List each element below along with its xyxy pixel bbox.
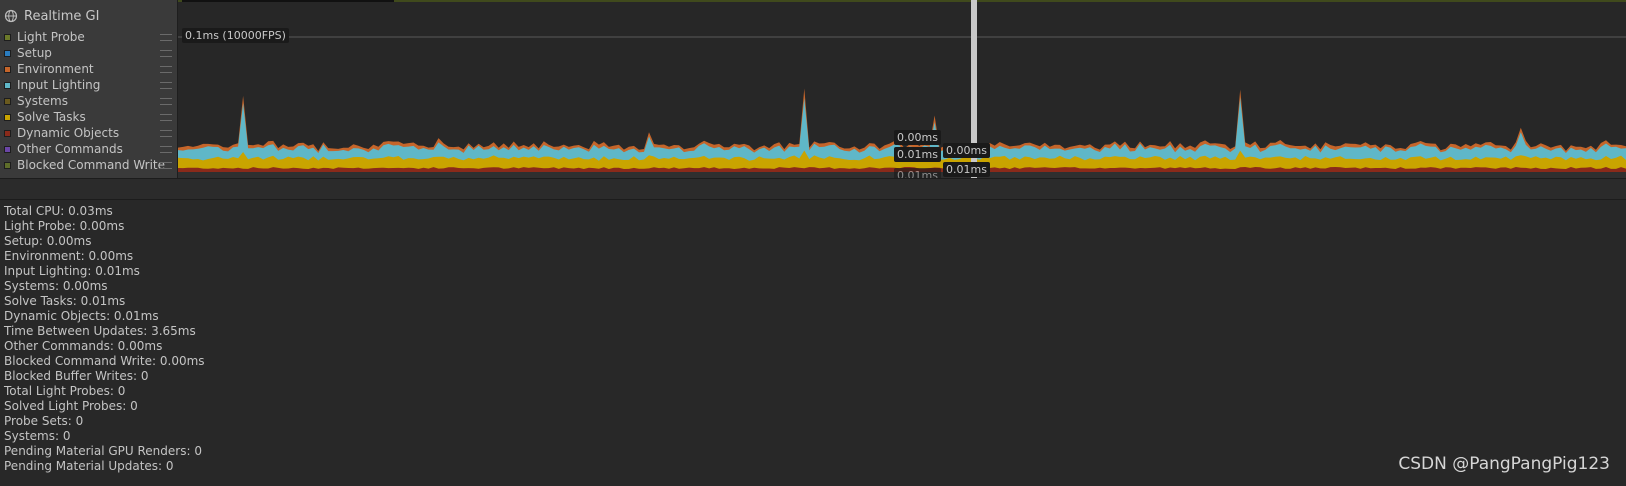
stat-line: Probe Sets: 0 [4,414,84,428]
details-toolbar [0,178,1626,200]
legend-item[interactable]: Systems [0,93,178,109]
stat-line: Blocked Buffer Writes: 0 [4,369,149,383]
drag-handle-icon[interactable] [160,98,172,105]
stat-line: Total CPU: 0.03ms [4,204,113,218]
module-header[interactable]: Realtime GI [4,6,99,26]
profiler-module: Realtime GI Light Probe Setup Environment I… [0,0,1626,178]
stat-line: Light Probe: 0.00ms [4,219,125,233]
drag-handle-icon[interactable] [160,114,172,121]
legend-item[interactable]: Setup [0,45,178,61]
legend-label: Systems [17,94,68,108]
drag-handle-icon[interactable] [160,162,172,169]
legend-swatch [4,113,11,121]
tooltip-value: 0.01ms [894,147,941,162]
legend-panel: Realtime GI Light Probe Setup Environment I… [0,0,178,178]
stats-panel: Total CPU: 0.03ms Light Probe: 0.00ms Setu… [4,204,205,474]
legend-label: Dynamic Objects [17,126,120,140]
legend-swatch [4,33,11,41]
legend-swatch [4,161,11,169]
drag-handle-icon[interactable] [160,130,172,137]
legend-swatch [4,65,11,73]
stat-line: Pending Material GPU Renders: 0 [4,444,202,458]
legend-label: Solve Tasks [17,110,86,124]
tooltip-value: 0.01ms [894,168,941,178]
chart-area[interactable]: 0.1ms (10000FPS) 0.00ms 0.01ms 0.01ms 0.… [178,0,1626,178]
stat-line: Total Light Probes: 0 [4,384,126,398]
drag-handle-icon[interactable] [160,146,172,153]
legend-item[interactable]: Environment [0,61,178,77]
stat-line: Solve Tasks: 0.01ms [4,294,126,308]
legend-item[interactable]: Blocked Command Write [0,157,178,173]
legend-item[interactable]: Other Commands [0,141,178,157]
stat-line: Systems: 0 [4,429,71,443]
legend-label: Input Lighting [17,78,101,92]
legend-item[interactable]: Input Lighting [0,77,178,93]
legend-swatch [4,81,11,89]
tooltip-value: 0.00ms [943,143,990,158]
legend-item[interactable]: Solve Tasks [0,109,178,125]
legend-swatch [4,129,11,137]
stat-line: Solved Light Probes: 0 [4,399,138,413]
legend-label: Setup [17,46,52,60]
module-title: Realtime GI [24,8,100,24]
legend-swatch [4,49,11,57]
legend-list: Light Probe Setup Environment Input Lightin… [0,29,178,173]
tooltip-value: 0.01ms [943,162,990,177]
stat-line: Blocked Command Write: 0.00ms [4,354,205,368]
legend-swatch [4,97,11,105]
legend-label: Blocked Command Write [17,158,166,172]
stat-line: Other Commands: 0.00ms [4,339,163,353]
stat-line: Environment: 0.00ms [4,249,134,263]
legend-item[interactable]: Dynamic Objects [0,125,178,141]
legend-swatch [4,145,11,153]
globe-icon [4,9,18,23]
legend-item[interactable]: Light Probe [0,29,178,45]
drag-handle-icon[interactable] [160,50,172,57]
stat-line: Setup: 0.00ms [4,234,92,248]
stat-line: Pending Material Updates: 0 [4,459,174,473]
legend-label: Environment [17,62,94,76]
drag-handle-icon[interactable] [160,82,172,89]
scale-label: 0.1ms (10000FPS) [182,28,289,43]
stat-line: Input Lighting: 0.01ms [4,264,140,278]
stat-line: Time Between Updates: 3.65ms [4,324,196,338]
tooltip-value: 0.00ms [894,130,941,145]
legend-label: Light Probe [17,30,85,44]
drag-handle-icon[interactable] [160,66,172,73]
legend-label: Other Commands [17,142,123,156]
drag-handle-icon[interactable] [160,34,172,41]
stat-line: Systems: 0.00ms [4,279,108,293]
stat-line: Dynamic Objects: 0.01ms [4,309,159,323]
watermark: CSDN @PangPangPig123 [1398,454,1610,474]
